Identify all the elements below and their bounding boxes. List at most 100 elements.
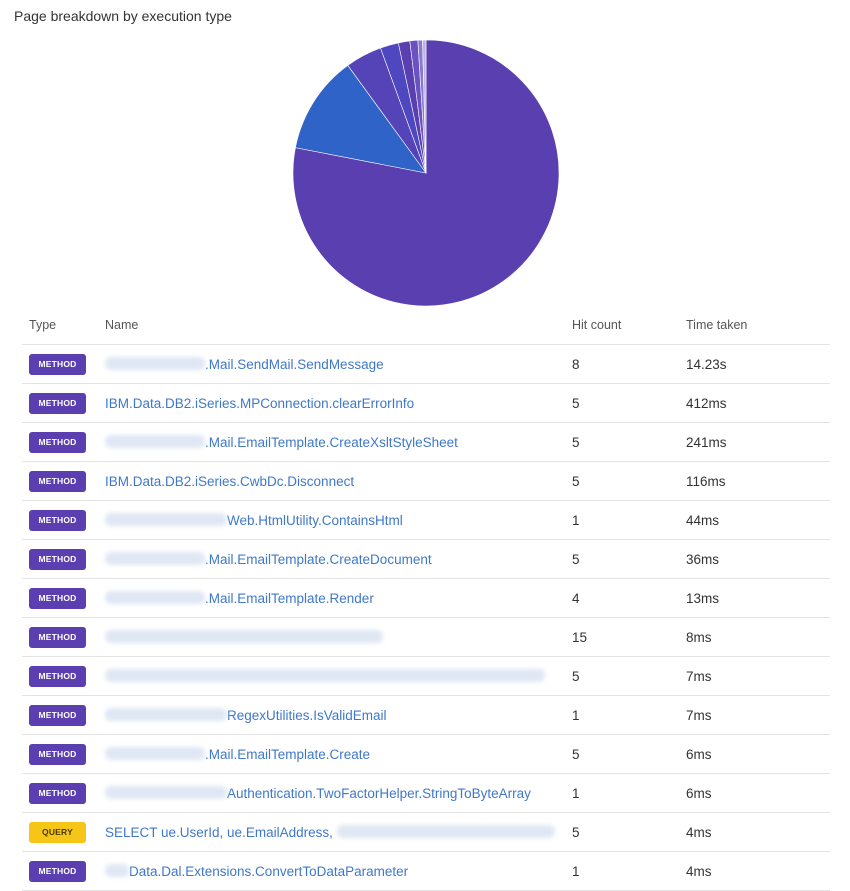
time-taken-cell: 7ms: [686, 695, 830, 735]
name-cell: RegexUtilities.IsValidEmail: [105, 695, 572, 735]
time-taken-cell: 36ms: [686, 539, 830, 579]
name-cell: [105, 656, 572, 696]
time-taken-cell: 412ms: [686, 383, 830, 423]
name-cell: .Mail.EmailTemplate.CreateDocument: [105, 539, 572, 579]
hit-count-cell: 5: [572, 656, 686, 696]
name-cell: Web.HtmlUtility.ContainsHtml: [105, 500, 572, 540]
type-cell: METHOD: [22, 383, 105, 423]
type-cell: METHOD: [22, 422, 105, 462]
execution-name-link[interactable]: RegexUtilities.IsValidEmail: [105, 707, 387, 723]
execution-name-link[interactable]: IBM.Data.DB2.iSeries.MPConnection.clearE…: [105, 396, 414, 411]
time-taken-cell: 116ms: [686, 461, 830, 501]
hit-count-cell: 5: [572, 422, 686, 462]
execution-table: Type Name Hit count Time taken METHOD .Ma…: [22, 306, 830, 891]
execution-name-link[interactable]: .Mail.EmailTemplate.CreateDocument: [105, 551, 432, 567]
method-type-badge: METHOD: [29, 587, 86, 609]
execution-name-link[interactable]: IBM.Data.DB2.iSeries.CwbDc.Disconnect: [105, 474, 354, 489]
query-type-badge: QUERY: [29, 821, 86, 843]
table-row: METHOD Authentication.TwoFactorHelper.Str…: [22, 773, 830, 813]
execution-name-text: .Mail.EmailTemplate.CreateXsltStyleSheet: [205, 434, 458, 450]
execution-name-text: Web.HtmlUtility.ContainsHtml: [227, 512, 403, 528]
time-taken-cell: 7ms: [686, 656, 830, 696]
time-taken-cell: 8ms: [686, 617, 830, 657]
table-row: METHOD IBM.Data.DB2.iSeries.CwbDc.Disconn…: [22, 461, 830, 501]
type-cell: METHOD: [22, 344, 105, 384]
time-taken-cell: 14.23s: [686, 344, 830, 384]
type-cell: METHOD: [22, 461, 105, 501]
execution-name-text: Authentication.TwoFactorHelper.StringToB…: [227, 785, 531, 801]
method-type-badge: METHOD: [29, 392, 86, 414]
redacted-text: [105, 434, 205, 448]
hit-count-cell: 1: [572, 500, 686, 540]
table-row: METHOD RegexUtilities.IsValidEmail 1 7ms: [22, 695, 830, 735]
execution-name-text: IBM.Data.DB2.iSeries.MPConnection.clearE…: [105, 395, 415, 411]
method-type-badge: METHOD: [29, 431, 86, 453]
hit-count-cell: 5: [572, 461, 686, 501]
execution-name-text: IBM.Data.DB2.iSeries.CwbDc.Disconnect: [105, 473, 355, 489]
execution-name-link[interactable]: .Mail.EmailTemplate.CreateXsltStyleSheet: [105, 434, 458, 450]
redacted-text: [105, 551, 205, 565]
table-row: METHOD .Mail.SendMail.SendMessage 8 14.23s: [22, 344, 830, 384]
column-header-type[interactable]: Type: [22, 306, 105, 345]
table-row: METHOD Web.HtmlUtility.ContainsHtml 1 44ms: [22, 500, 830, 540]
table-row: METHOD .Mail.EmailTemplate.CreateDocument…: [22, 539, 830, 579]
table-header-row: Type Name Hit count Time taken: [22, 306, 830, 345]
execution-name-text: .Mail.EmailTemplate.CreateDocument: [205, 551, 432, 567]
type-cell: METHOD: [22, 617, 105, 657]
name-cell: .Mail.EmailTemplate.CreateXsltStyleSheet: [105, 422, 572, 462]
hit-count-cell: 1: [572, 773, 686, 813]
execution-name-link[interactable]: [105, 668, 545, 684]
method-type-badge: METHOD: [29, 665, 86, 687]
execution-type-pie-chart: [292, 39, 560, 307]
redacted-text: [336, 824, 555, 838]
hit-count-cell: 5: [572, 539, 686, 579]
name-cell: .Mail.SendMail.SendMessage: [105, 344, 572, 384]
table-row: METHOD .Mail.EmailTemplate.Render 4 13ms: [22, 578, 830, 618]
column-header-time-taken[interactable]: Time taken: [686, 306, 830, 345]
method-type-badge: METHOD: [29, 353, 86, 375]
hit-count-cell: 5: [572, 812, 686, 852]
hit-count-cell: 5: [572, 734, 686, 774]
column-header-hit-count[interactable]: Hit count: [572, 306, 686, 345]
type-cell: METHOD: [22, 539, 105, 579]
method-type-badge: METHOD: [29, 470, 86, 492]
table-row: METHOD Data.Dal.Extensions.ConvertToDataP…: [22, 851, 830, 891]
type-cell: METHOD: [22, 695, 105, 735]
redacted-text: [105, 707, 227, 721]
name-cell: IBM.Data.DB2.iSeries.MPConnection.clearE…: [105, 383, 572, 423]
column-header-name[interactable]: Name: [105, 306, 572, 345]
method-type-badge: METHOD: [29, 548, 86, 570]
hit-count-cell: 15: [572, 617, 686, 657]
execution-name-link[interactable]: Authentication.TwoFactorHelper.StringToB…: [105, 785, 531, 801]
execution-name-link[interactable]: [105, 629, 383, 645]
method-type-badge: METHOD: [29, 704, 86, 726]
execution-name-link[interactable]: .Mail.EmailTemplate.Create: [105, 746, 370, 762]
execution-name-link[interactable]: .Mail.SendMail.SendMessage: [105, 356, 384, 372]
redacted-text: [105, 629, 383, 643]
table-row: METHOD .Mail.EmailTemplate.Create 5 6ms: [22, 734, 830, 774]
name-cell: [105, 617, 572, 657]
time-taken-cell: 13ms: [686, 578, 830, 618]
hit-count-cell: 1: [572, 851, 686, 891]
execution-name-text: .Mail.EmailTemplate.Render: [205, 590, 374, 606]
time-taken-cell: 4ms: [686, 851, 830, 891]
name-cell: Authentication.TwoFactorHelper.StringToB…: [105, 773, 572, 813]
time-taken-cell: 6ms: [686, 734, 830, 774]
execution-name-text: Data.Dal.Extensions.ConvertToDataParamet…: [129, 863, 409, 879]
execution-name-link[interactable]: SELECT ue.UserId, ue.EmailAddress,: [105, 824, 555, 840]
execution-name-link[interactable]: .Mail.EmailTemplate.Render: [105, 590, 374, 606]
time-taken-cell: 6ms: [686, 773, 830, 813]
execution-name-link[interactable]: Web.HtmlUtility.ContainsHtml: [105, 512, 403, 528]
execution-name-text: RegexUtilities.IsValidEmail: [227, 707, 387, 723]
hit-count-cell: 4: [572, 578, 686, 618]
execution-name-link[interactable]: Data.Dal.Extensions.ConvertToDataParamet…: [105, 863, 409, 879]
type-cell: METHOD: [22, 500, 105, 540]
name-cell: Data.Dal.Extensions.ConvertToDataParamet…: [105, 851, 572, 891]
redacted-text: [105, 590, 205, 604]
time-taken-cell: 44ms: [686, 500, 830, 540]
method-type-badge: METHOD: [29, 626, 86, 648]
name-cell: .Mail.EmailTemplate.Create: [105, 734, 572, 774]
type-cell: METHOD: [22, 656, 105, 696]
time-taken-cell: 4ms: [686, 812, 830, 852]
table-row: METHOD .Mail.EmailTemplate.CreateXsltStyl…: [22, 422, 830, 462]
